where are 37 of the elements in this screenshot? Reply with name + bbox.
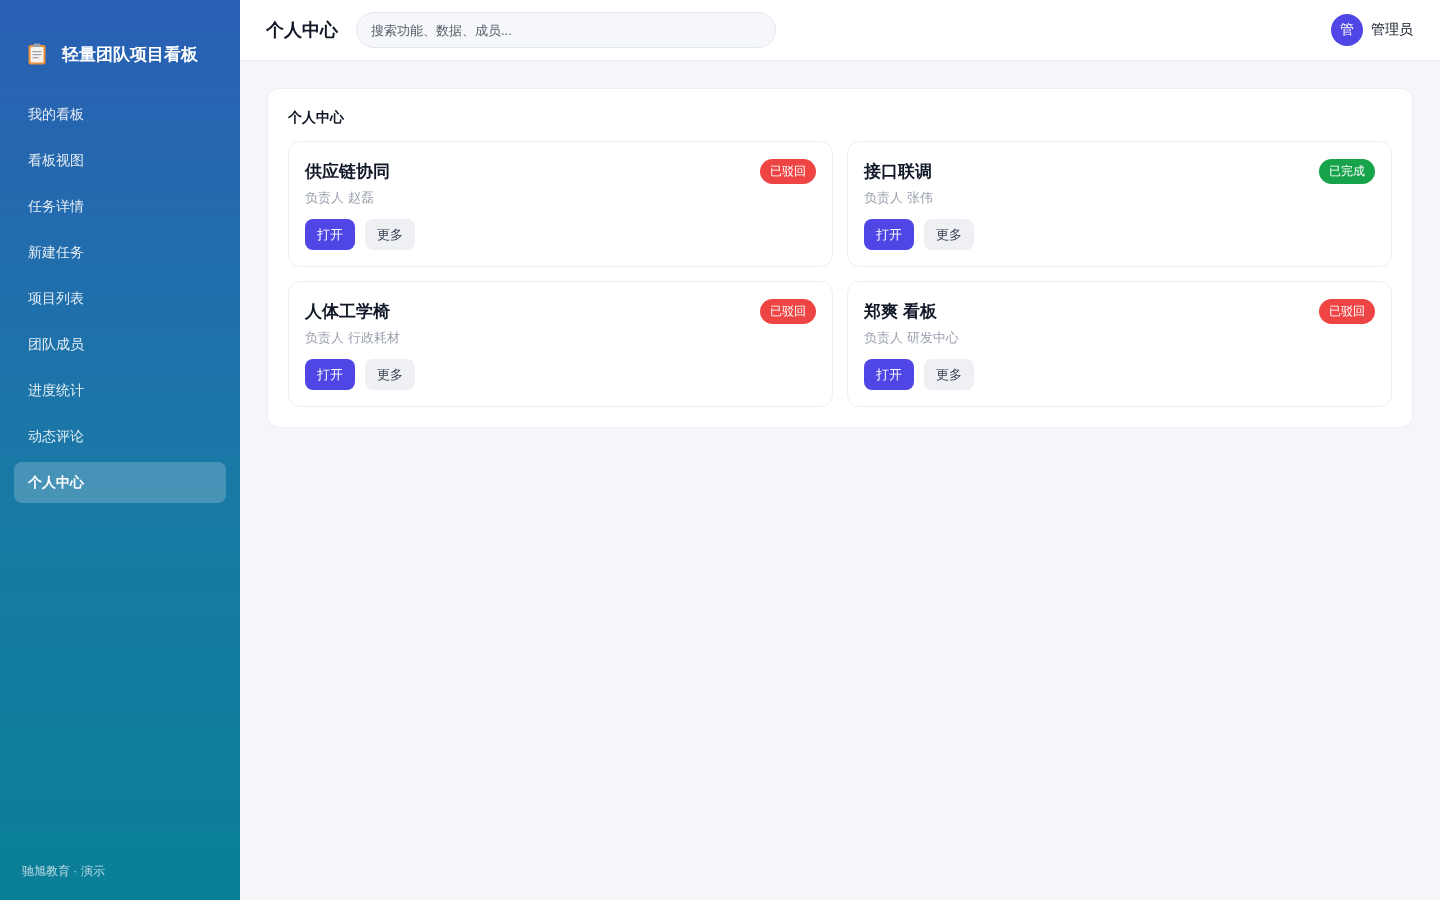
sidebar-item[interactable]: 新建任务: [14, 232, 226, 273]
owner-text: 负责人 研发中心: [864, 329, 960, 347]
status-badge: 已驳回: [1319, 298, 1375, 324]
open-button[interactable]: 打开: [864, 219, 914, 250]
more-button[interactable]: 更多: [924, 219, 974, 250]
owner-text: 负责人 行政耗材: [305, 329, 401, 347]
app-title: 轻量团队项目看板: [62, 43, 198, 66]
clipboard-icon: [28, 43, 46, 65]
search-field[interactable]: 搜索功能、数据、成员...: [356, 12, 776, 48]
footer-text: 驰旭教育 · 演示: [21, 863, 106, 880]
owner-text: 负责人 张伟: [864, 189, 934, 207]
status-badge: 已驳回: [760, 298, 816, 324]
user-name: 管理员: [1371, 21, 1413, 39]
open-button[interactable]: 打开: [305, 359, 355, 390]
avatar[interactable]: 管: [1331, 14, 1363, 46]
sidebar-item[interactable]: 我的看板: [14, 94, 226, 135]
more-button[interactable]: 更多: [924, 359, 974, 390]
sidebar-item[interactable]: 动态评论: [14, 416, 226, 457]
sidebar-item[interactable]: 团队成员: [14, 324, 226, 365]
open-button[interactable]: 打开: [305, 219, 355, 250]
panel-title: 个人中心: [288, 109, 345, 127]
card-title: 人体工学椅: [305, 300, 390, 323]
more-button[interactable]: 更多: [365, 219, 415, 250]
card-title: 供应链协同: [305, 160, 390, 183]
page-title: 个人中心: [266, 19, 338, 42]
card-title: 接口联调: [864, 160, 932, 183]
status-badge: 已驳回: [760, 158, 816, 184]
sidebar-item[interactable]: 任务详情: [14, 186, 226, 227]
sidebar-item[interactable]: 进度统计: [14, 370, 226, 411]
card-title: 郑爽 看板: [864, 300, 937, 323]
sidebar-item[interactable]: 个人中心: [14, 462, 226, 503]
sidebar-item[interactable]: 看板视图: [14, 140, 226, 181]
open-button[interactable]: 打开: [864, 359, 914, 390]
status-badge: 已完成: [1319, 158, 1375, 184]
more-button[interactable]: 更多: [365, 359, 415, 390]
owner-text: 负责人 赵磊: [305, 189, 375, 207]
sidebar-item[interactable]: 项目列表: [14, 278, 226, 319]
